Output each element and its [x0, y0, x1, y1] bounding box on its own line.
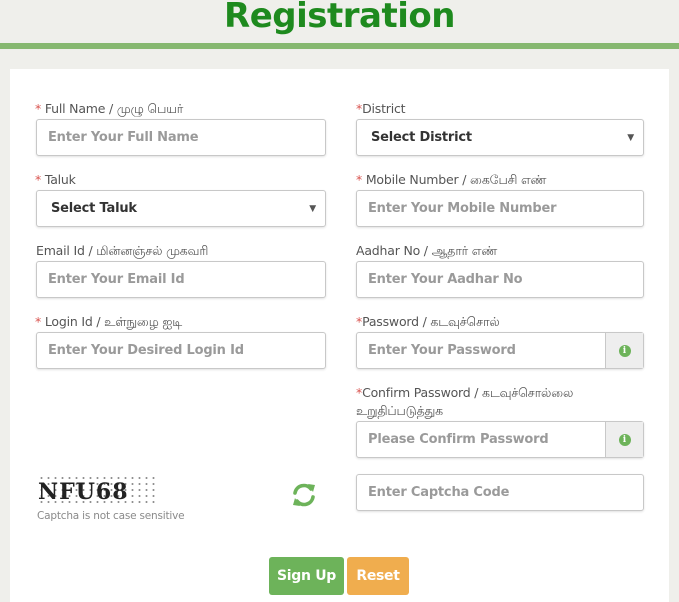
- password-input-group: i: [356, 332, 644, 369]
- page-title: Registration: [224, 0, 455, 36]
- aadhar-label: Aadhar No / ஆதார் எண்: [356, 243, 498, 258]
- password-info-button[interactable]: i: [605, 333, 643, 368]
- mobile-number-input[interactable]: [356, 190, 644, 227]
- district-select-value: Select District: [371, 130, 472, 145]
- full-name-label: * Full Name / முழு பெயர்: [35, 101, 183, 118]
- full-name-input[interactable]: [36, 119, 326, 156]
- captcha-input[interactable]: [356, 474, 644, 511]
- caret-down-icon: ▼: [627, 132, 634, 143]
- district-label-text: District: [362, 101, 406, 116]
- info-circle-icon: i: [618, 433, 631, 446]
- login-id-label: * Login Id / உள்நுழை ஐடி: [35, 314, 182, 331]
- caret-down-icon: ▼: [309, 203, 316, 214]
- captcha-note: Captcha is not case sensitive: [37, 510, 185, 522]
- confirm-password-label: *Confirm Password / கடவுச்சொல்லை: [356, 385, 573, 402]
- taluk-select-value: Select Taluk: [51, 201, 137, 216]
- district-select[interactable]: Select District ▼: [356, 119, 644, 156]
- login-id-label-text: Login Id / உள்நுழை ஐடி: [41, 314, 182, 329]
- captcha-image: NFU68: [38, 475, 156, 505]
- email-label: Email Id / மின்னஞ்சல் முகவரி: [36, 243, 209, 258]
- taluk-label-text: Taluk: [41, 172, 76, 187]
- email-input[interactable]: [36, 261, 326, 298]
- district-label: *District: [356, 101, 406, 116]
- password-label: *Password / கடவுச்சொல்: [356, 314, 500, 331]
- login-id-input[interactable]: [36, 332, 326, 369]
- confirm-password-label-line1: Confirm Password / கடவுச்சொல்லை: [362, 385, 574, 400]
- mobile-label-text: Mobile Number / கைபேசி எண்: [362, 172, 547, 187]
- info-circle-icon: i: [618, 344, 631, 357]
- full-name-label-text: Full Name / முழு பெயர்: [41, 101, 184, 116]
- confirm-password-input[interactable]: [357, 422, 605, 457]
- password-label-text: Password / கடவுச்சொல்: [362, 314, 500, 329]
- mobile-label: * Mobile Number / கைபேசி எண்: [356, 172, 546, 189]
- refresh-icon: [293, 483, 315, 507]
- password-input[interactable]: [357, 333, 605, 368]
- aadhar-input[interactable]: [356, 261, 644, 298]
- confirm-password-info-button[interactable]: i: [605, 422, 643, 457]
- taluk-label: * Taluk: [35, 172, 76, 187]
- captcha-refresh-button[interactable]: [291, 482, 317, 508]
- confirm-password-label-line2: உறுதிப்படுத்துக: [356, 403, 443, 418]
- title-divider: [0, 43, 679, 49]
- sign-up-button[interactable]: Sign Up: [269, 557, 344, 595]
- confirm-password-input-group: i: [356, 421, 644, 458]
- taluk-select[interactable]: Select Taluk ▼: [36, 190, 326, 227]
- reset-button[interactable]: Reset: [347, 557, 409, 595]
